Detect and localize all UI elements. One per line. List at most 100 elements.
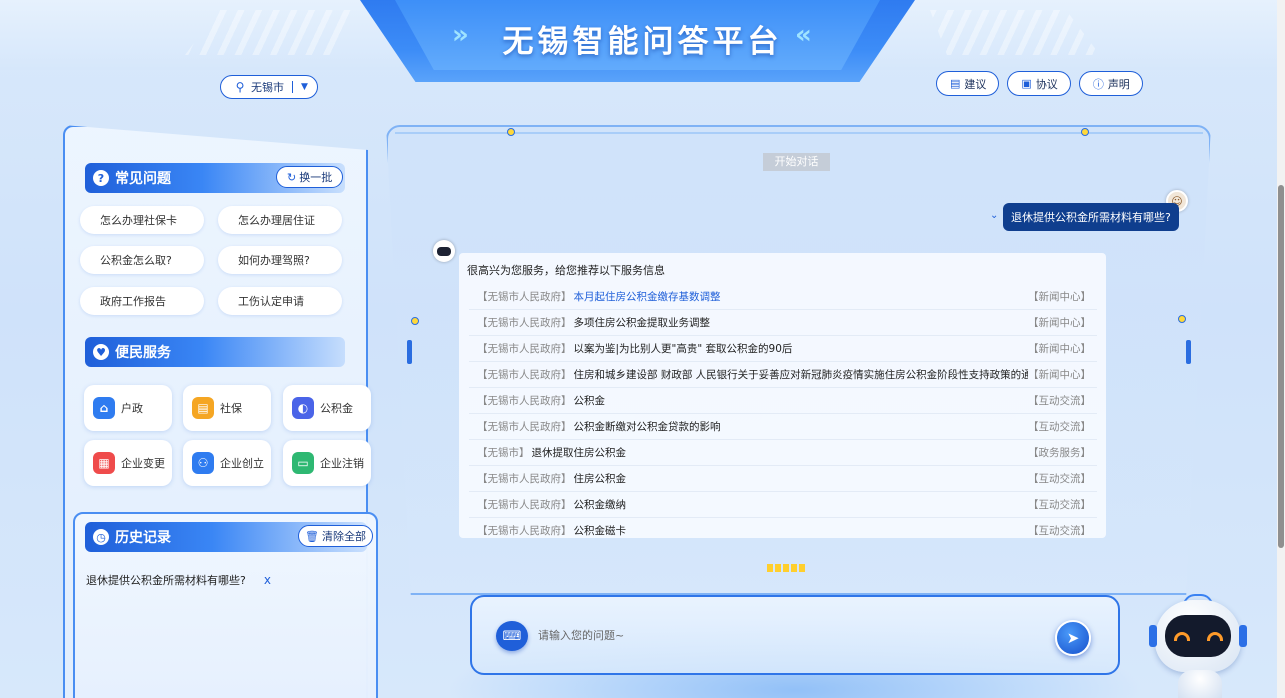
result-row[interactable]: 【无锡市人民政府】 公积金缴纳 【互动交流】 — [469, 492, 1097, 518]
result-category: 【政务服务】 — [1028, 447, 1091, 459]
suggestion-button[interactable]: ▤ 建议 — [936, 71, 1000, 96]
result-source: 【无锡市】 — [477, 447, 530, 459]
city-select[interactable]: ⚲ 无锡市 ▼ — [220, 75, 318, 99]
bot-avatar — [433, 240, 455, 262]
keyboard-icon: ⌨ — [502, 628, 522, 644]
service-enterprise-cancel[interactable]: ▭ 企业注销 — [283, 440, 371, 486]
agreement-button[interactable]: ▣ 协议 — [1007, 71, 1071, 96]
page-scrollbar[interactable] — [1277, 0, 1285, 698]
result-title-link[interactable]: 公积金 — [574, 393, 1029, 408]
services-section-title: 便民服务 — [115, 345, 171, 361]
pager-dot — [791, 564, 797, 572]
refresh-faq-label: 换一批 — [299, 171, 333, 184]
result-row[interactable]: 【无锡市人民政府】 以案为鉴|为比别人更"高贵" 套取公积金的90后 【新闻中心】 — [469, 336, 1097, 362]
faq-item[interactable]: 怎么办理社保卡 — [80, 206, 204, 234]
result-title-link[interactable]: 住房和城乡建设部 财政部 人民银行关于妥善应对新冠肺炎疫情实施住房公积金阶段性支… — [574, 367, 1029, 382]
result-category: 【互动交流】 — [1028, 525, 1091, 537]
result-category: 【新闻中心】 — [1028, 291, 1091, 303]
answer-intro: 很高兴为您服务，给您推荐以下服务信息 — [467, 264, 665, 277]
city-select-divider — [292, 81, 293, 93]
robot-mascot-body — [1178, 670, 1222, 698]
statement-button-label: 声明 — [1107, 77, 1130, 91]
result-title-link[interactable]: 公积金缴纳 — [574, 497, 1029, 512]
agreement-button-label: 协议 — [1035, 77, 1058, 91]
service-enterprise-create[interactable]: ⚇ 企业创立 — [183, 440, 271, 486]
result-row[interactable]: 【无锡市人民政府】 公积金断缴对公积金贷款的影响 【互动交流】 — [469, 414, 1097, 440]
frame-side-decoration — [407, 340, 412, 364]
header-actions: ▤ 建议 ▣ 协议 ⓘ 声明 — [936, 71, 1143, 96]
service-social-security[interactable]: ▤ 社保 — [183, 385, 271, 431]
result-row[interactable]: 【无锡市】 退休提取住房公积金 【政务服务】 — [469, 440, 1097, 466]
pagination-indicator — [767, 564, 805, 572]
result-title-link[interactable]: 以案为鉴|为比别人更"高贵" 套取公积金的90后 — [574, 341, 1029, 356]
trash-icon: 🗑 — [305, 529, 319, 543]
page-title: 无锡智能问答平台 — [502, 24, 783, 60]
social-security-icon: ▤ — [192, 397, 214, 419]
refresh-icon: ↻ — [287, 170, 297, 184]
refresh-faq-button[interactable]: ↻ 换一批 — [276, 166, 344, 188]
housing-fund-icon: ◐ — [292, 397, 314, 419]
question-input[interactable] — [538, 624, 1038, 646]
enterprise-cancel-icon: ▭ — [292, 452, 314, 474]
robot-eye — [1206, 631, 1223, 641]
pager-dot — [799, 564, 805, 572]
result-source: 【无锡市人民政府】 — [477, 317, 572, 329]
result-title-link[interactable]: 退休提取住房公积金 — [532, 445, 1029, 460]
robot-face-icon — [437, 246, 451, 256]
enterprise-create-icon: ⚇ — [192, 452, 214, 474]
bot-answer-card: 很高兴为您服务，给您推荐以下服务信息 【无锡市人民政府】 本月起住房公积金缴存基数… — [459, 253, 1106, 538]
robot-ear — [1149, 625, 1157, 647]
robot-mascot-visor — [1165, 615, 1231, 657]
faq-item[interactable]: 怎么办理居住证 — [218, 206, 342, 234]
enterprise-change-icon: ▦ — [93, 452, 115, 474]
result-title-link[interactable]: 公积金断缴对公积金贷款的影响 — [574, 419, 1029, 434]
statement-button[interactable]: ⓘ 声明 — [1078, 71, 1143, 96]
result-title-link[interactable]: 本月起住房公积金缴存基数调整 — [574, 289, 1029, 304]
service-label: 户政 — [121, 402, 143, 415]
result-source: 【无锡市人民政府】 — [477, 343, 572, 355]
service-label: 企业变更 — [121, 457, 165, 470]
scrollbar-thumb[interactable] — [1278, 185, 1284, 548]
faq-item[interactable]: 政府工作报告 — [80, 287, 204, 315]
send-button[interactable]: ➤ — [1055, 620, 1091, 656]
history-item[interactable]: 退休提供公积金所需材料有哪些? x — [86, 572, 271, 588]
city-select-value: 无锡市 — [251, 81, 284, 94]
result-row[interactable]: 【无锡市人民政府】 本月起住房公积金缴存基数调整 【新闻中心】 — [469, 284, 1097, 310]
result-title-link[interactable]: 公积金磁卡 — [574, 523, 1029, 538]
question-icon: ? — [93, 170, 109, 186]
result-row[interactable]: 【无锡市人民政府】 住房和城乡建设部 财政部 人民银行关于妥善应对新冠肺炎疫情实施… — [469, 362, 1097, 388]
result-category: 【互动交流】 — [1028, 473, 1091, 485]
result-source: 【无锡市人民政府】 — [477, 369, 572, 381]
result-source: 【无锡市人民政府】 — [477, 473, 572, 485]
service-household[interactable]: ⌂ 户政 — [84, 385, 172, 431]
household-icon: ⌂ — [93, 397, 115, 419]
result-row[interactable]: 【无锡市人民政府】 公积金磁卡 【互动交流】 — [469, 518, 1097, 538]
history-item-text: 退休提供公积金所需材料有哪些? — [86, 574, 246, 587]
faq-item[interactable]: 如何办理驾照? — [218, 246, 342, 274]
close-icon[interactable]: x — [264, 573, 271, 587]
service-enterprise-change[interactable]: ▦ 企业变更 — [84, 440, 172, 486]
history-section-title: 历史记录 — [115, 530, 171, 546]
faq-item[interactable]: 公积金怎么取? — [80, 246, 204, 274]
result-row[interactable]: 【无锡市人民政府】 住房公积金 【互动交流】 — [469, 466, 1097, 492]
result-source: 【无锡市人民政府】 — [477, 291, 572, 303]
service-housing-fund[interactable]: ◐ 公积金 — [283, 385, 371, 431]
result-category: 【互动交流】 — [1028, 395, 1091, 407]
heart-icon: ♥ — [93, 344, 109, 360]
result-row[interactable]: 【无锡市人民政府】 公积金 【互动交流】 — [469, 388, 1097, 414]
robot-ear — [1239, 625, 1247, 647]
result-source: 【无锡市人民政府】 — [477, 499, 572, 511]
faq-item[interactable]: 工伤认定申请 — [218, 287, 342, 315]
pager-dot — [783, 564, 789, 572]
result-title-link[interactable]: 多项住房公积金提取业务调整 — [574, 315, 1029, 330]
frame-dot-decoration — [507, 128, 515, 136]
keyboard-button[interactable]: ⌨ — [496, 621, 528, 651]
clear-history-button[interactable]: 🗑 清除全部 — [298, 525, 373, 547]
result-title-link[interactable]: 住房公积金 — [574, 471, 1029, 486]
service-label: 公积金 — [320, 402, 353, 415]
pager-dot — [767, 564, 773, 572]
result-row[interactable]: 【无锡市人民政府】 多项住房公积金提取业务调整 【新闻中心】 — [469, 310, 1097, 336]
chevron-double-down-icon[interactable]: ⌄ — [990, 210, 998, 221]
user-message-bubble: 退休提供公积金所需材料有哪些? — [1003, 203, 1179, 231]
result-category: 【新闻中心】 — [1028, 317, 1091, 329]
